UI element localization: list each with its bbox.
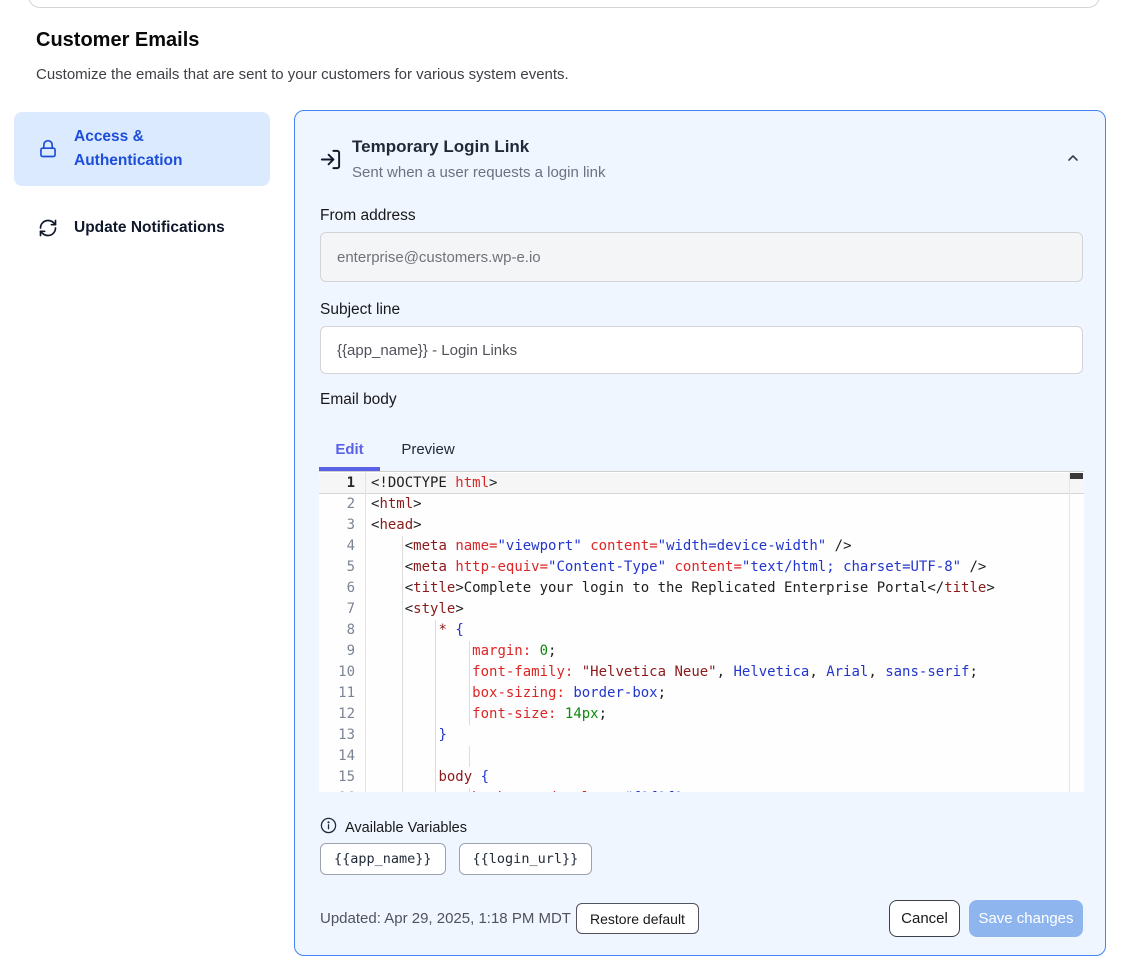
line-number: 2 xyxy=(319,494,355,515)
code-line-2: 2 <html> xyxy=(319,494,1069,515)
collapse-panel-button[interactable] xyxy=(1059,147,1087,171)
code-line-12: 12 font-size: 14px; xyxy=(319,704,1069,725)
editor-scrollbar-track xyxy=(1069,472,1070,792)
panel-footer: Updated: Apr 29, 2025, 1:18 PM MDT Resto… xyxy=(295,900,1107,938)
line-content: <head> xyxy=(371,515,422,536)
email-types-sidebar: Access & Authentication Update Notificati… xyxy=(14,112,270,252)
previous-card-bottom-edge xyxy=(28,0,1100,8)
line-number: 9 xyxy=(319,641,355,662)
code-lines: 1<!DOCTYPE html>2<html>3<head>4 <meta na… xyxy=(319,473,1069,792)
line-content: <style> xyxy=(371,599,464,620)
available-variables-row: Available Variables xyxy=(320,817,467,839)
code-line-1: 1 <!DOCTYPE html> xyxy=(319,473,1084,494)
refresh-icon xyxy=(38,218,58,238)
panel-subtitle: Sent when a user requests a login link xyxy=(352,164,605,181)
log-in-icon xyxy=(319,148,342,176)
indent-guide xyxy=(435,746,436,767)
restore-default-button[interactable]: Restore default xyxy=(576,903,699,934)
code-line-16: 16 background-color: #f9f9f9; xyxy=(319,788,1069,792)
panel-title: Temporary Login Link xyxy=(352,137,529,157)
line-number: 3 xyxy=(319,515,355,536)
page-subtitle: Customize the emails that are sent to yo… xyxy=(36,66,569,83)
line-number: 15 xyxy=(319,767,355,788)
line-number: 7 xyxy=(319,599,355,620)
available-variables-label: Available Variables xyxy=(345,820,467,836)
line-content: font-size: 14px; xyxy=(371,704,607,725)
variable-chip-login_url[interactable]: {{login_url}} xyxy=(459,843,593,875)
line-number: 1 xyxy=(319,473,355,494)
tab-edit[interactable]: Edit xyxy=(319,431,380,467)
line-content: <title>Complete your login to the Replic… xyxy=(371,578,995,599)
subject-line-input[interactable] xyxy=(320,326,1083,374)
variable-chips: {{app_name}} {{login_url}} xyxy=(320,843,592,875)
line-content: margin: 0; xyxy=(371,641,556,662)
sidebar-item-label: Update Notifications xyxy=(74,216,225,240)
page-title: Customer Emails xyxy=(36,29,199,52)
from-address-input[interactable] xyxy=(320,232,1083,282)
line-number: 6 xyxy=(319,578,355,599)
line-content: <!DOCTYPE html> xyxy=(371,473,497,494)
line-number: 10 xyxy=(319,662,355,683)
sidebar-item-update-notifications[interactable]: Update Notifications xyxy=(14,204,270,252)
customer-emails-page: Customer Emails Customize the emails tha… xyxy=(0,0,1128,980)
from-address-label: From address xyxy=(320,207,416,225)
code-line-14: 14 xyxy=(319,746,1069,767)
code-line-7: 7 <style> xyxy=(319,599,1069,620)
tab-preview[interactable]: Preview xyxy=(380,431,476,467)
sidebar-item-label: Access & Authentication xyxy=(74,125,256,173)
email-body-code-editor[interactable]: 1<!DOCTYPE html>2<html>3<head>4 <meta na… xyxy=(319,471,1084,792)
line-number: 8 xyxy=(319,620,355,641)
line-content: } xyxy=(371,725,447,746)
code-line-15: 15 body { xyxy=(319,767,1069,788)
gutter-separator xyxy=(365,472,366,792)
lock-icon xyxy=(38,139,58,159)
email-body-tabs: EditPreview xyxy=(319,431,476,467)
line-number: 14 xyxy=(319,746,355,767)
sidebar-item-access-authentication[interactable]: Access & Authentication xyxy=(14,112,270,186)
updated-timestamp: Updated: Apr 29, 2025, 1:18 PM MDT xyxy=(320,900,571,937)
code-line-3: 3 <head> xyxy=(319,515,1069,536)
variable-chip-app_name[interactable]: {{app_name}} xyxy=(320,843,446,875)
line-content: <meta http-equiv="Content-Type" content=… xyxy=(371,557,986,578)
save-changes-button[interactable]: Save changes xyxy=(969,900,1083,937)
line-content: body { xyxy=(371,767,489,788)
line-content: box-sizing: border-box; xyxy=(371,683,666,704)
code-line-10: 10 font-family: "Helvetica Neue", Helvet… xyxy=(319,662,1069,683)
line-number: 13 xyxy=(319,725,355,746)
code-line-8: 8 * { xyxy=(319,620,1069,641)
code-line-6: 6 <title>Complete your login to the Repl… xyxy=(319,578,1069,599)
line-number: 12 xyxy=(319,704,355,725)
code-line-4: 4 <meta name="viewport" content="width=d… xyxy=(319,536,1069,557)
line-content: background-color: #f9f9f9; xyxy=(371,788,691,792)
line-content: font-family: "Helvetica Neue", Helvetica… xyxy=(371,662,978,683)
subject-line-label: Subject line xyxy=(320,301,400,319)
indent-guide xyxy=(402,746,403,767)
indent-guide xyxy=(469,746,470,767)
email-body-label: Email body xyxy=(320,391,397,409)
line-content: * { xyxy=(371,620,464,641)
editor-scrollbar-thumb[interactable] xyxy=(1070,473,1083,479)
line-content: <html> xyxy=(371,494,422,515)
line-number: 4 xyxy=(319,536,355,557)
code-line-5: 5 <meta http-equiv="Content-Type" conten… xyxy=(319,557,1069,578)
temporary-login-link-card: Temporary Login Link Sent when a user re… xyxy=(294,110,1106,956)
code-line-9: 9 margin: 0; xyxy=(319,641,1069,662)
line-number: 5 xyxy=(319,557,355,578)
code-line-11: 11 box-sizing: border-box; xyxy=(319,683,1069,704)
line-content: <meta name="viewport" content="width=dev… xyxy=(371,536,852,557)
line-number: 11 xyxy=(319,683,355,704)
cancel-button[interactable]: Cancel xyxy=(889,900,960,937)
code-line-13: 13 } xyxy=(319,725,1069,746)
line-number: 16 xyxy=(319,788,355,792)
info-icon[interactable] xyxy=(320,817,337,839)
chevron-up-icon xyxy=(1065,154,1081,169)
